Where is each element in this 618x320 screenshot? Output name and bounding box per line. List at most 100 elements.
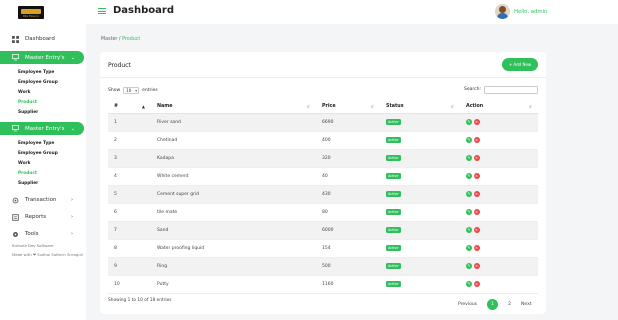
cell-name: White cement (151, 167, 316, 186)
table-row: 1 River sand 6690 Active ✎ × (108, 113, 538, 132)
sidebar-item-tools[interactable]: Tools › (0, 228, 86, 240)
entries-select[interactable]: 10 (123, 87, 140, 94)
breadcrumb-current: Product (122, 37, 141, 42)
submenu-supplier[interactable]: Supplier (18, 110, 38, 115)
pagination-page-2[interactable]: 2 (504, 299, 515, 310)
cell-status: Active (380, 257, 460, 276)
edit-icon[interactable]: ✎ (466, 172, 472, 179)
chevron-right-icon: › (71, 214, 73, 220)
submenu-product[interactable]: Product (18, 171, 37, 176)
edit-icon[interactable]: ✎ (466, 118, 472, 125)
edit-icon[interactable]: ✎ (466, 190, 472, 197)
delete-icon[interactable]: × (473, 190, 480, 197)
cell-price: 1160 (316, 275, 380, 294)
col-header-number[interactable]: # ▲ (108, 101, 151, 114)
submenu-employee-group[interactable]: Employee Group (18, 151, 58, 156)
user-greeting[interactable]: Hello, admin (514, 9, 547, 15)
delete-icon[interactable]: × (473, 208, 480, 215)
edit-icon[interactable]: ✎ (466, 244, 472, 251)
submenu-work[interactable]: Work (18, 90, 31, 95)
entries-control: Show 10 entries (108, 87, 158, 94)
edit-icon[interactable]: ✎ (466, 262, 472, 269)
delete-icon[interactable]: × (473, 136, 480, 143)
cell-price: 430 (316, 185, 380, 204)
col-header-action[interactable]: Action ⇵ (460, 101, 538, 114)
status-badge: Active (386, 173, 401, 179)
sidebar-item-reports[interactable]: Reports › (0, 211, 86, 223)
search-label: Search: (464, 87, 481, 92)
cell-number: 1 (108, 113, 151, 132)
chevron-down-icon: ⌄ (70, 54, 75, 61)
submenu-product[interactable]: Product (18, 100, 37, 105)
sidebar: Bite Tobacco Dashboard Master Entry's ⌄ … (0, 0, 86, 320)
edit-icon[interactable]: ✎ (466, 208, 472, 215)
delete-icon[interactable]: × (473, 226, 480, 233)
cell-price: 6690 (316, 113, 380, 132)
search-input[interactable] (484, 86, 538, 94)
edit-icon[interactable]: ✎ (466, 226, 472, 233)
submenu-supplier[interactable]: Supplier (18, 181, 38, 186)
page-title: Dashboard (113, 5, 174, 16)
delete-icon[interactable]: × (473, 262, 480, 269)
cell-action: ✎ × (460, 221, 538, 240)
col-header-name[interactable]: Name ⇵ (151, 101, 316, 114)
show-label: Show (108, 88, 121, 93)
submenu-employee-group[interactable]: Employee Group (18, 80, 58, 85)
footer-credits: Made with ❤ Sudhai Softech Sriraguli (12, 252, 83, 257)
col-header-price[interactable]: Price ⇵ (316, 101, 380, 114)
reports-icon (12, 213, 19, 221)
cell-status: Active (380, 131, 460, 150)
add-new-button[interactable]: + Add New (502, 58, 538, 71)
hamburger-menu-icon[interactable] (98, 8, 106, 14)
chevron-right-icon: › (71, 231, 73, 237)
col-header-status[interactable]: Status ⇵ (380, 101, 460, 114)
entries-label: entries (142, 88, 158, 93)
cell-price: 320 (316, 149, 380, 168)
edit-icon[interactable]: ✎ (466, 154, 472, 161)
avatar[interactable] (495, 4, 510, 19)
delete-icon[interactable]: × (473, 172, 480, 179)
settings-icon (12, 197, 19, 203)
status-badge: Active (386, 191, 401, 197)
cell-number: 8 (108, 239, 151, 258)
cell-price: 400 (316, 131, 380, 150)
pagination-next[interactable]: Next (521, 302, 531, 307)
sidebar-item-master-entries-2[interactable]: Master Entry's ⌄ (0, 122, 84, 135)
cell-name: Cement super grid (151, 185, 316, 204)
pagination-page-1[interactable]: 1 (487, 298, 499, 310)
chevron-down-icon: ⌄ (70, 125, 75, 132)
logo-text: Bite Tobacco (23, 15, 39, 18)
cell-action: ✎ × (460, 185, 538, 204)
cell-price: 500 (316, 257, 380, 276)
topbar: Dashboard Hello, admin (86, 0, 618, 24)
table-row: 5 Cement super grid 430 Active ✎ × (108, 185, 538, 204)
table-row: 8 Water proofing liquid 154 Active ✎ × (108, 239, 538, 258)
tools-icon (13, 231, 18, 237)
submenu-work[interactable]: Work (18, 161, 31, 166)
submenu-employee-type[interactable]: Employee Type (18, 141, 54, 146)
breadcrumb-master[interactable]: Master (101, 37, 117, 42)
sidebar-item-master-entries[interactable]: Master Entry's ⌄ (0, 51, 84, 64)
table-row: 2 Chetinad 400 Active ✎ × (108, 131, 538, 150)
sidebar-item-transaction[interactable]: Transaction › (0, 194, 86, 206)
cell-name: Ring (151, 257, 316, 276)
edit-icon[interactable]: ✎ (466, 136, 472, 143)
sidebar-item-label: Master Entry's (25, 54, 65, 61)
sidebar-item-dashboard[interactable]: Dashboard (0, 33, 86, 45)
delete-icon[interactable]: × (473, 154, 480, 161)
cell-action: ✎ × (460, 113, 538, 132)
delete-icon[interactable]: × (473, 118, 480, 125)
cell-status: Active (380, 113, 460, 132)
table-row: 9 Ring 500 Active ✎ × (108, 257, 538, 276)
grid-icon (12, 35, 19, 43)
app-logo[interactable]: Bite Tobacco (18, 6, 44, 19)
cell-action: ✎ × (460, 257, 538, 276)
delete-icon[interactable]: × (473, 244, 480, 251)
status-badge: Active (386, 263, 401, 269)
submenu-employee-type[interactable]: Employee Type (18, 70, 54, 75)
pagination-previous[interactable]: Previous (458, 302, 477, 307)
cell-number: 9 (108, 257, 151, 276)
cell-name: River sand (151, 113, 316, 132)
edit-icon[interactable]: ✎ (466, 280, 472, 287)
delete-icon[interactable]: × (473, 280, 480, 287)
